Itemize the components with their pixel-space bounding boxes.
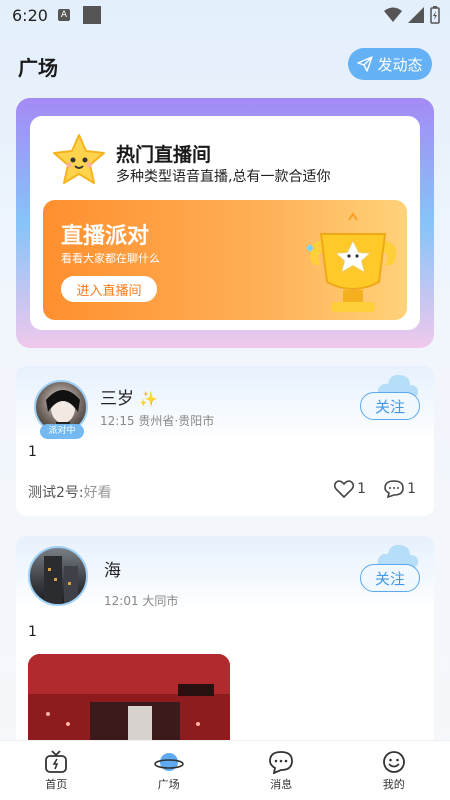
nav-item-square[interactable]: 广场 — [113, 741, 226, 800]
nav-label: 广场 — [157, 777, 180, 791]
party-title: 直播派对 — [61, 224, 150, 249]
battery-icon — [430, 6, 440, 24]
wifi-icon — [384, 7, 402, 22]
live-subtitle: 多种类型语音直播,总有一款合适你 — [116, 169, 331, 185]
nav-item-messages[interactable]: 消息 — [225, 741, 338, 800]
status-bar: 6:20 A — [0, 0, 450, 32]
post-meta: 12:01 大同市 — [104, 592, 178, 609]
bottom-nav: 首页 广场 消息 我的 — [0, 740, 450, 800]
post-meta: 12:15 贵州省·贵阳市 — [100, 412, 214, 429]
post-actions: 1 1 — [334, 480, 416, 498]
nav-item-profile[interactable]: 我的 — [338, 741, 450, 800]
post-time: 12:01 — [104, 594, 139, 608]
comment-preview[interactable]: 测试2号:好看 — [28, 482, 112, 502]
nav-item-home[interactable]: 首页 — [0, 741, 113, 800]
comment-count: 1 — [407, 481, 416, 497]
header: 广场 发动态 — [0, 48, 450, 84]
follow-button[interactable]: 关注 — [360, 564, 420, 592]
post-card[interactable]: 派对中 三岁 ✨ 12:15 贵州省·贵阳市 关注 1 测试2号:好看 1 1 — [16, 366, 434, 516]
live-title: 热门直播间 — [116, 144, 212, 166]
username-text: 三岁 — [100, 389, 134, 409]
live-card[interactable]: 热门直播间 多种类型语音直播,总有一款合适你 直播派对 看看大家都在聊什么 进入… — [30, 116, 420, 330]
tv-icon — [45, 749, 68, 773]
trophy-star-icon — [306, 212, 397, 312]
nav-label: 消息 — [270, 777, 293, 791]
username[interactable]: 海 — [104, 556, 121, 581]
planet-icon — [153, 752, 184, 771]
nav-label: 首页 — [45, 777, 68, 791]
nav-label: 我的 — [382, 777, 405, 791]
like-button[interactable]: 1 — [334, 480, 366, 498]
comment-text: 好看 — [83, 485, 112, 501]
signal-icon — [408, 7, 424, 23]
like-count: 1 — [357, 481, 367, 497]
status-time: 6:20 — [12, 6, 48, 25]
post-button[interactable]: 发动态 — [348, 48, 432, 80]
live-banner: 热门直播间 多种类型语音直播,总有一款合适你 直播派对 看看大家都在聊什么 进入… — [16, 98, 434, 348]
post-text: 1 — [28, 444, 37, 460]
star-mascot-icon — [53, 134, 105, 184]
notification-a-icon: A — [58, 9, 70, 21]
sparkle-icon: ✨ — [139, 390, 159, 408]
heart-icon — [334, 480, 355, 498]
send-icon — [357, 56, 374, 72]
post-button-label: 发动态 — [377, 55, 423, 74]
post-image[interactable] — [28, 654, 230, 746]
notification-square-icon — [83, 6, 101, 24]
chat-icon — [269, 750, 294, 774]
avatar[interactable] — [28, 546, 88, 606]
post-location: 贵州省·贵阳市 — [138, 414, 215, 428]
post-card[interactable]: 海 12:01 大同市 关注 1 — [16, 536, 434, 746]
username-text: 海 — [104, 561, 121, 581]
comment-user: 测试2号: — [28, 485, 84, 501]
post-location: 大同市 — [142, 594, 179, 608]
username[interactable]: 三岁 ✨ — [100, 384, 158, 409]
party-subtitle: 看看大家都在聊什么 — [61, 252, 160, 265]
party-card[interactable]: 直播派对 看看大家都在聊什么 进入直播间 — [43, 200, 407, 320]
party-status-badge: 派对中 — [40, 424, 84, 439]
follow-button[interactable]: 关注 — [360, 392, 420, 420]
comment-button[interactable]: 1 — [384, 480, 416, 498]
enter-live-button[interactable]: 进入直播间 — [61, 276, 157, 302]
concert-photo — [28, 654, 230, 746]
smile-icon — [382, 750, 405, 773]
post-text: 1 — [28, 624, 37, 640]
page-title: 广场 — [18, 56, 58, 80]
comment-icon — [384, 480, 404, 498]
post-time: 12:15 — [100, 414, 135, 428]
